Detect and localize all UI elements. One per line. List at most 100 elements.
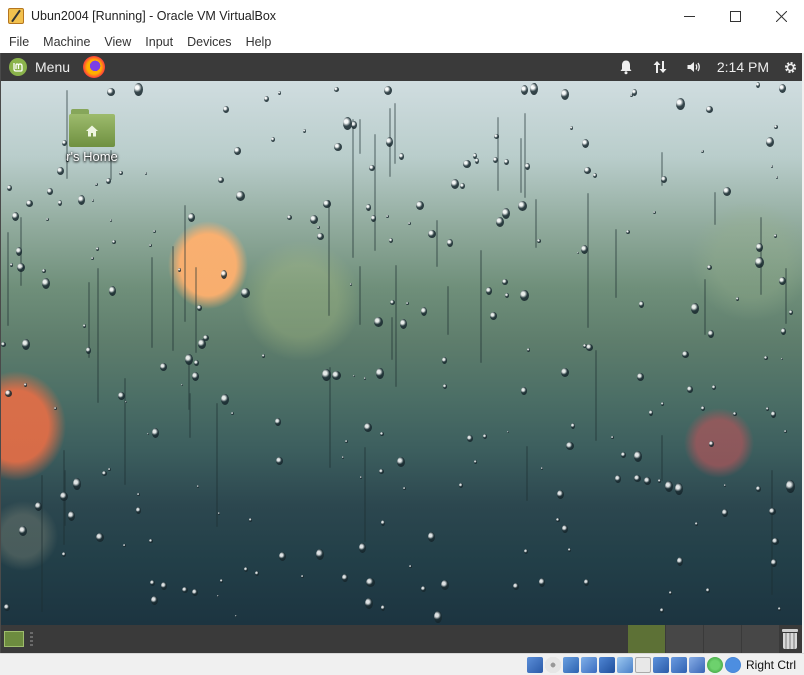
rain-drop [73, 478, 81, 490]
maximize-button[interactable] [712, 0, 758, 32]
rain-drop [447, 239, 453, 247]
show-desktop-button[interactable] [4, 631, 24, 647]
rain-drop [60, 492, 68, 501]
rain-drop [634, 451, 642, 462]
rain-streak [526, 446, 528, 501]
rain-drop [244, 567, 248, 572]
panel-drag-handle[interactable] [30, 632, 33, 646]
usb-icon[interactable] [598, 656, 615, 673]
rain-drop [47, 188, 53, 195]
rain-streak [328, 200, 330, 316]
rain-drop [520, 290, 529, 301]
rain-drop [125, 401, 127, 403]
video-capture-icon[interactable] [652, 656, 669, 673]
rain-drop [96, 533, 104, 542]
rain-streak [587, 193, 589, 328]
home-folder-icon [69, 109, 115, 147]
clock[interactable]: 2:14 PM [711, 53, 777, 81]
menu-file[interactable]: File [2, 32, 36, 53]
workspace-3[interactable] [703, 625, 741, 653]
mouse-integration-icon[interactable] [688, 656, 705, 673]
shared-folder-icon[interactable] [616, 656, 633, 673]
rain-drop [287, 215, 292, 220]
trash-icon[interactable] [780, 628, 800, 650]
minimize-button[interactable] [666, 0, 712, 32]
rain-drop [381, 520, 385, 526]
optical-drive-icon[interactable] [544, 656, 561, 673]
rain-drop [160, 363, 167, 371]
arrow-down-icon[interactable] [724, 656, 741, 673]
workspace-1[interactable] [627, 625, 665, 653]
mint-logo-icon[interactable] [9, 58, 27, 76]
rain-drop [416, 201, 424, 210]
rain-drop [615, 475, 621, 483]
rain-streak [97, 268, 99, 403]
rain-drop [649, 410, 653, 416]
rain-drop [301, 575, 304, 578]
rain-drop [366, 204, 371, 211]
rain-drop [723, 187, 731, 196]
rain-drop [626, 230, 630, 234]
rain-drop [220, 579, 223, 583]
notifications-button[interactable] [609, 53, 643, 81]
guest-screen[interactable]: Menu 2:14 PM r's Home [0, 53, 802, 653]
desktop-icon-home[interactable]: r's Home [57, 109, 127, 164]
cpu-icon[interactable] [670, 656, 687, 673]
rain-streak [615, 229, 617, 298]
rain-drop [537, 239, 541, 243]
hard-disk-icon[interactable] [526, 656, 543, 673]
rain-streak [394, 103, 396, 164]
rain-drop [451, 179, 459, 189]
rain-drop [112, 240, 116, 244]
rain-drop [441, 580, 449, 590]
firefox-icon[interactable] [83, 56, 106, 78]
rain-drop [581, 245, 588, 254]
menu-input[interactable]: Input [138, 32, 180, 53]
audio-icon[interactable] [562, 656, 579, 673]
rain-drop [722, 509, 728, 517]
network-button[interactable] [643, 53, 677, 81]
rain-drop [621, 452, 626, 458]
rain-drop [46, 218, 49, 221]
network-icon[interactable] [580, 656, 597, 673]
close-icon [775, 10, 787, 22]
menu-help[interactable]: Help [239, 32, 279, 53]
menu-machine[interactable]: Machine [36, 32, 97, 53]
rain-drop [486, 287, 492, 295]
menu-devices[interactable]: Devices [180, 32, 238, 53]
desktop-wallpaper[interactable]: r's Home [1, 81, 802, 625]
workspace-4[interactable] [741, 625, 779, 653]
rain-drop [771, 411, 776, 418]
rain-drop [185, 354, 193, 365]
rain-drop [406, 302, 409, 305]
rain-drop [709, 441, 714, 447]
rain-drop [360, 476, 362, 479]
rain-drop [279, 552, 286, 561]
rain-drop [152, 428, 159, 438]
rain-drop [147, 433, 149, 435]
rain-streak [704, 279, 706, 335]
rain-drop [521, 85, 528, 95]
rain-drop [677, 557, 683, 566]
menu-view[interactable]: View [97, 32, 138, 53]
window-title-bar[interactable]: Ubun2004 [Running] - Oracle VM VirtualBo… [0, 0, 804, 32]
rain-streak [7, 232, 9, 326]
rain-drop [701, 406, 705, 411]
workspace-2[interactable] [665, 625, 703, 653]
rain-drop [24, 383, 27, 387]
rain-drop [234, 147, 241, 155]
start-menu-button[interactable]: Menu [35, 59, 70, 75]
close-button[interactable] [758, 0, 804, 32]
settings-button[interactable] [777, 53, 802, 81]
keyboard-capture-icon[interactable] [706, 656, 723, 673]
rain-drop [459, 483, 463, 488]
rain-drop [695, 522, 698, 526]
rain-drop [181, 384, 183, 386]
display-icon[interactable] [634, 656, 651, 673]
rain-drop [639, 301, 644, 308]
rain-streak [374, 134, 376, 251]
host-key-label: Right Ctrl [745, 657, 796, 672]
volume-button[interactable] [677, 53, 711, 81]
rain-drop [323, 200, 331, 208]
rain-drop [474, 460, 477, 464]
